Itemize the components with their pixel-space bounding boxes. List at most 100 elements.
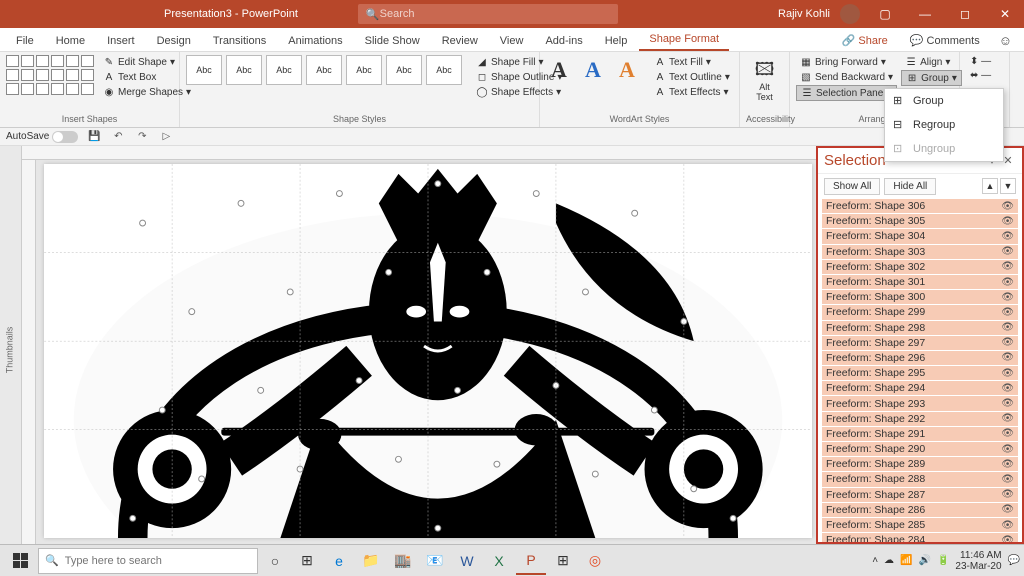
share-button[interactable]: 🔗 Share — [833, 30, 897, 51]
tray-battery-icon[interactable]: 🔋 — [937, 555, 949, 566]
tab-view[interactable]: View — [490, 31, 534, 51]
taskbar-app[interactable]: 📁 — [356, 547, 386, 575]
tray-volume-icon[interactable]: 🔊 — [919, 555, 931, 566]
ribbon-display-options[interactable]: ▢ — [870, 2, 900, 26]
minimize-button[interactable]: — — [910, 2, 940, 26]
search-input[interactable] — [380, 8, 610, 20]
visibility-eye-icon[interactable]: 👁 — [1001, 337, 1014, 348]
tab-review[interactable]: Review — [432, 31, 488, 51]
text-effects-button[interactable]: AText Effects ▾ — [650, 85, 734, 99]
system-clock[interactable]: 11:46 AM 23-Mar-20 — [955, 550, 1001, 572]
visibility-eye-icon[interactable]: 👁 — [1001, 216, 1014, 227]
canvas-area[interactable] — [22, 146, 816, 544]
visibility-eye-icon[interactable]: 👁 — [1001, 352, 1014, 363]
maximize-button[interactable]: ◻ — [950, 2, 980, 26]
selection-list-item[interactable]: Freeform: Shape 294👁 — [822, 381, 1018, 395]
visibility-eye-icon[interactable]: 👁 — [1001, 201, 1014, 212]
selection-list-item[interactable]: Freeform: Shape 290👁 — [822, 442, 1018, 456]
visibility-eye-icon[interactable]: 👁 — [1001, 428, 1014, 439]
selection-list[interactable]: Freeform: Shape 306👁Freeform: Shape 305👁… — [818, 199, 1022, 542]
show-all-button[interactable]: Show All — [824, 178, 880, 195]
selection-list-item[interactable]: Freeform: Shape 293👁 — [822, 396, 1018, 410]
align-button[interactable]: ☰Align ▾ — [901, 55, 962, 69]
selection-list-item[interactable]: Freeform: Shape 295👁 — [822, 366, 1018, 380]
send-backward-button[interactable]: ▧Send Backward ▾ — [796, 70, 897, 84]
avatar[interactable] — [840, 4, 860, 24]
task-view-icon[interactable]: ⊞ — [292, 547, 322, 575]
visibility-eye-icon[interactable]: 👁 — [1001, 292, 1014, 303]
visibility-eye-icon[interactable]: 👁 — [1001, 231, 1014, 242]
selection-list-item[interactable]: Freeform: Shape 284👁 — [822, 533, 1018, 542]
tab-slideshow[interactable]: Slide Show — [355, 31, 430, 51]
selection-list-item[interactable]: Freeform: Shape 288👁 — [822, 472, 1018, 486]
start-from-beginning-icon[interactable]: ▷ — [158, 130, 174, 144]
tab-insert[interactable]: Insert — [97, 31, 145, 51]
tab-addins[interactable]: Add-ins — [535, 31, 592, 51]
selection-pane-button[interactable]: ☰Selection Pane — [796, 85, 897, 101]
selection-list-item[interactable]: Freeform: Shape 297👁 — [822, 336, 1018, 350]
thumbnail-strip[interactable]: Thumbnails — [0, 146, 22, 544]
alt-text-button[interactable]: 🖾 Alt Text — [746, 55, 783, 107]
visibility-eye-icon[interactable]: 👁 — [1001, 474, 1014, 485]
redo-icon[interactable]: ↷ — [134, 130, 150, 144]
taskbar-app[interactable]: ⊞ — [548, 547, 578, 575]
tray-chevron-icon[interactable]: ˄ — [872, 555, 878, 566]
tab-file[interactable]: File — [6, 31, 44, 51]
cortana-icon[interactable]: ○ — [260, 547, 290, 575]
selection-list-item[interactable]: Freeform: Shape 285👁 — [822, 518, 1018, 532]
visibility-eye-icon[interactable]: 👁 — [1001, 322, 1014, 333]
tab-design[interactable]: Design — [147, 31, 201, 51]
selection-list-item[interactable]: Freeform: Shape 299👁 — [822, 305, 1018, 319]
hide-all-button[interactable]: Hide All — [884, 178, 936, 195]
tab-transitions[interactable]: Transitions — [203, 31, 276, 51]
selection-list-item[interactable]: Freeform: Shape 302👁 — [822, 260, 1018, 274]
menu-regroup[interactable]: ⊟Regroup — [885, 113, 1003, 137]
move-up-button[interactable]: ▲ — [982, 178, 998, 194]
close-button[interactable]: ✕ — [990, 2, 1020, 26]
shape-style-gallery[interactable]: Abc Abc Abc Abc Abc Abc Abc — [186, 55, 462, 85]
menu-group[interactable]: ⊞Group — [885, 89, 1003, 113]
selection-list-item[interactable]: Freeform: Shape 292👁 — [822, 412, 1018, 426]
selection-list-item[interactable]: Freeform: Shape 296👁 — [822, 351, 1018, 365]
start-button[interactable] — [4, 547, 36, 575]
comments-button[interactable]: 💬 Comments — [901, 30, 989, 51]
visibility-eye-icon[interactable]: 👁 — [1001, 459, 1014, 470]
notifications-icon[interactable]: 💬 — [1008, 555, 1020, 566]
visibility-eye-icon[interactable]: 👁 — [1001, 413, 1014, 424]
autosave-toggle[interactable]: AutoSave — [6, 131, 78, 143]
taskbar-app[interactable]: P — [516, 547, 546, 575]
taskbar-app[interactable]: 🏬 — [388, 547, 418, 575]
taskbar-app[interactable]: e — [324, 547, 354, 575]
visibility-eye-icon[interactable]: 👁 — [1001, 504, 1014, 515]
visibility-eye-icon[interactable]: 👁 — [1001, 277, 1014, 288]
visibility-eye-icon[interactable]: 👁 — [1001, 520, 1014, 531]
selection-list-item[interactable]: Freeform: Shape 291👁 — [822, 427, 1018, 441]
visibility-eye-icon[interactable]: 👁 — [1001, 246, 1014, 257]
undo-icon[interactable]: ↶ — [110, 130, 126, 144]
taskbar-app[interactable]: ◎ — [580, 547, 610, 575]
shape-gallery[interactable] — [6, 55, 95, 96]
taskbar-search[interactable]: 🔍 — [38, 548, 258, 574]
group-button[interactable]: ⊞Group ▾ — [901, 70, 962, 86]
selection-list-item[interactable]: Freeform: Shape 287👁 — [822, 488, 1018, 502]
visibility-eye-icon[interactable]: 👁 — [1001, 368, 1014, 379]
visibility-eye-icon[interactable]: 👁 — [1001, 383, 1014, 394]
save-icon[interactable]: 💾 — [86, 130, 102, 144]
visibility-eye-icon[interactable]: 👁 — [1001, 398, 1014, 409]
visibility-eye-icon[interactable]: 👁 — [1001, 444, 1014, 455]
move-down-button[interactable]: ▼ — [1000, 178, 1016, 194]
selection-list-item[interactable]: Freeform: Shape 289👁 — [822, 457, 1018, 471]
wordart-gallery[interactable]: A A A — [546, 55, 640, 85]
selection-list-item[interactable]: Freeform: Shape 300👁 — [822, 290, 1018, 304]
bring-forward-button[interactable]: ▦Bring Forward ▾ — [796, 55, 897, 69]
selection-list-item[interactable]: Freeform: Shape 301👁 — [822, 275, 1018, 289]
selection-list-item[interactable]: Freeform: Shape 305👁 — [822, 214, 1018, 228]
feedback-icon[interactable]: ☺ — [993, 30, 1018, 51]
size-height[interactable]: ⬍ — — [966, 55, 995, 68]
tab-shape-format[interactable]: Shape Format — [639, 29, 729, 51]
selection-list-item[interactable]: Freeform: Shape 304👁 — [822, 229, 1018, 243]
selection-list-item[interactable]: Freeform: Shape 306👁 — [822, 199, 1018, 213]
tab-help[interactable]: Help — [595, 31, 638, 51]
visibility-eye-icon[interactable]: 👁 — [1001, 261, 1014, 272]
selection-list-item[interactable]: Freeform: Shape 286👁 — [822, 503, 1018, 517]
